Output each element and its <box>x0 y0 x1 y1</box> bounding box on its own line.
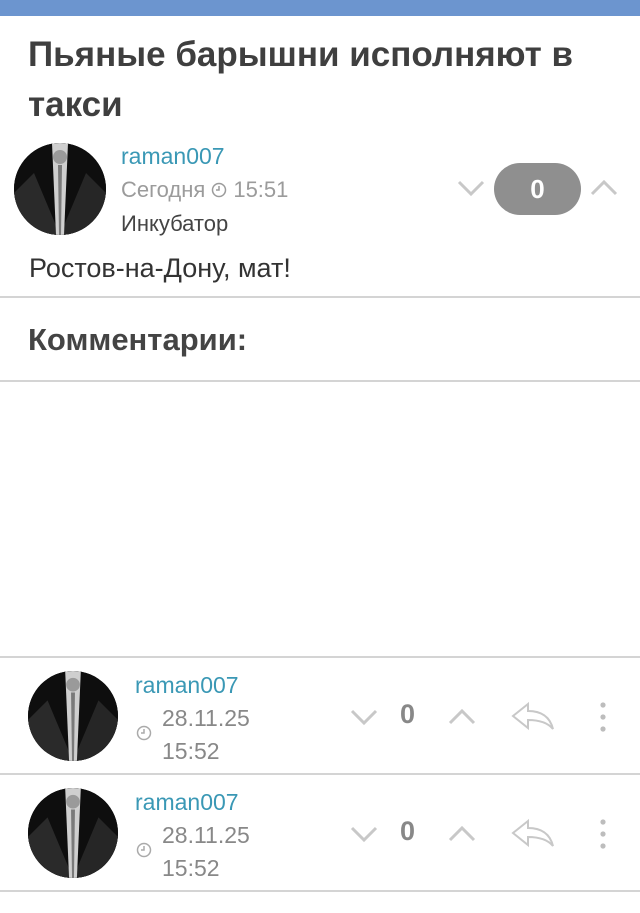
comment-score: 0 <box>400 699 416 729</box>
reply-icon[interactable] <box>510 818 556 848</box>
vote-down-icon[interactable] <box>349 707 379 727</box>
divider <box>0 380 640 382</box>
comment-date-day: 28.11.25 <box>162 822 250 848</box>
comment-score: 0 <box>400 816 416 846</box>
comment-item: raman007 28.11.25 15:52 0 <box>0 774 640 890</box>
comment-author-link[interactable]: raman007 <box>135 789 239 816</box>
clock-icon <box>212 182 227 198</box>
comment-author-avatar[interactable] <box>28 671 118 761</box>
post-time: 15:51 <box>233 177 289 202</box>
divider <box>0 890 640 892</box>
top-bar <box>0 0 640 16</box>
clock-icon <box>136 842 152 858</box>
post-body: Ростов-на-Дону, мат! <box>29 253 291 283</box>
comment-date-day: 28.11.25 <box>162 705 250 731</box>
vote-up-icon[interactable] <box>589 178 619 198</box>
vote-up-icon[interactable] <box>447 707 477 727</box>
vote-up-icon[interactable] <box>447 824 477 844</box>
vote-down-icon[interactable] <box>456 178 486 198</box>
post-score-badge: 0 <box>494 163 581 215</box>
post-author-avatar[interactable] <box>14 143 106 235</box>
comment-date-time: 15:52 <box>162 738 220 764</box>
post-date-label: Сегодня <box>121 177 206 202</box>
clock-icon <box>136 725 152 741</box>
post-title: Пьяные барышни исполняют в такси <box>28 35 574 124</box>
more-vert-icon[interactable] <box>598 701 608 733</box>
comment-author-avatar[interactable] <box>28 788 118 878</box>
divider <box>0 296 640 298</box>
more-vert-icon[interactable] <box>598 818 608 850</box>
post-meta: Сегодня 15:51 <box>121 177 288 203</box>
comment-date: 28.11.25 15:52 <box>162 819 250 885</box>
comment-author-link[interactable]: raman007 <box>135 672 239 699</box>
reply-icon[interactable] <box>510 701 556 731</box>
vote-down-icon[interactable] <box>349 824 379 844</box>
post-category[interactable]: Инкубатор <box>121 211 228 237</box>
comment-date-time: 15:52 <box>162 855 220 881</box>
comment-date: 28.11.25 15:52 <box>162 702 250 768</box>
post-author-link[interactable]: raman007 <box>121 143 225 170</box>
comment-item: raman007 28.11.25 15:52 0 <box>0 657 640 773</box>
comments-heading: Комментарии: <box>28 322 248 357</box>
